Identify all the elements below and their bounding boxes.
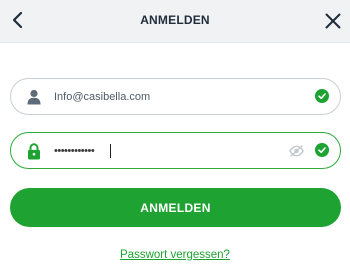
email-field: [10, 78, 341, 115]
close-icon: [325, 13, 341, 29]
check-circle-icon: [315, 143, 329, 157]
user-icon: [26, 88, 42, 106]
page-title: ANMELDEN: [140, 13, 210, 27]
check-circle-icon: [315, 89, 329, 103]
forgot-password-link[interactable]: Passwort vergessen?: [0, 249, 350, 261]
eye-off-icon[interactable]: [289, 144, 304, 157]
login-screen: ANMELDEN Info@casibella.com ••••••••••••…: [0, 0, 350, 268]
password-input[interactable]: [54, 141, 284, 161]
close-button[interactable]: [322, 10, 344, 32]
password-field: [10, 132, 341, 169]
text-cursor: [110, 144, 111, 158]
header-bar: ANMELDEN: [0, 0, 350, 43]
email-input[interactable]: [54, 87, 284, 107]
lock-icon: [26, 142, 42, 160]
login-button[interactable]: ANMELDEN: [10, 188, 341, 227]
